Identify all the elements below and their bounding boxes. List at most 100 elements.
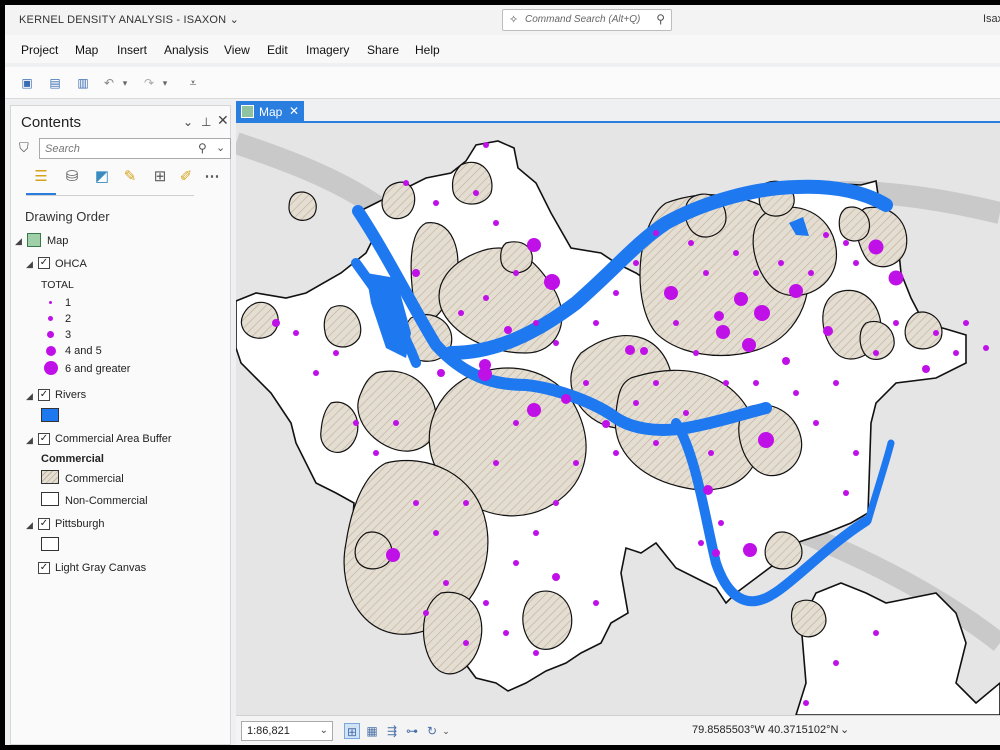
new-project-icon[interactable]: ▣ xyxy=(19,75,35,91)
non-commercial-class-label: Non-Commercial xyxy=(65,495,148,507)
more-options-icon[interactable]: ⋯ xyxy=(201,166,223,188)
undo-icon[interactable]: ↶ xyxy=(101,75,117,91)
rivers-layer-label[interactable]: Rivers xyxy=(55,389,86,401)
ohca-point xyxy=(353,420,359,426)
save-project-icon[interactable]: ▥ xyxy=(75,75,91,91)
ohca-point xyxy=(653,380,659,386)
scale-selector[interactable]: 1:86,821 ⌄ xyxy=(241,721,333,741)
ohca-point xyxy=(613,290,619,296)
menu-edit[interactable]: Edit xyxy=(267,43,288,57)
pause-drawing-icon[interactable]: ⊶ xyxy=(404,723,420,739)
redo-dropdown-icon[interactable]: ▾ xyxy=(157,75,173,91)
search-icon: ⚲ xyxy=(656,12,665,26)
list-by-snapping-icon[interactable]: ⊞ xyxy=(149,166,171,188)
ohca-class-4-5-symbol xyxy=(46,346,56,356)
commercial-buffer xyxy=(288,191,317,221)
tab-map[interactable]: Map ✕ xyxy=(236,101,304,123)
command-search-box[interactable]: ✧ Command Search (Alt+Q) ⚲ xyxy=(502,9,672,31)
collapse-pittsburgh-icon[interactable]: ◢ xyxy=(26,520,33,531)
map-node-label[interactable]: Map xyxy=(47,235,68,247)
menu-analysis[interactable]: Analysis xyxy=(164,43,209,57)
scale-value: 1:86,821 xyxy=(247,725,290,737)
menu-share[interactable]: Share xyxy=(367,43,399,57)
customize-toolbar-icon[interactable]: ⩡ xyxy=(185,75,201,91)
ohca-point xyxy=(313,370,319,376)
ohca-point xyxy=(718,520,724,526)
menu-imagery[interactable]: Imagery xyxy=(306,43,349,57)
filter-icon[interactable]: ⛉ xyxy=(19,140,29,156)
ohca-layer-label[interactable]: OHCA xyxy=(55,258,87,270)
ohca-visibility-checkbox[interactable]: ✓ xyxy=(38,257,50,269)
ohca-class-3-label: 3 xyxy=(65,329,72,341)
pin-icon[interactable]: ⊥ xyxy=(201,115,211,129)
ohca-point xyxy=(433,200,439,206)
open-project-icon[interactable]: ▤ xyxy=(47,75,63,91)
pittsburgh-layer-label[interactable]: Pittsburgh xyxy=(55,518,105,530)
ohca-class-1-label: 1 xyxy=(65,297,72,309)
menu-view[interactable]: View xyxy=(224,43,250,57)
list-by-drawing-order-icon[interactable]: ☰ xyxy=(30,166,52,188)
ohca-point xyxy=(412,269,420,277)
list-by-source-icon[interactable]: ⛁ xyxy=(61,166,83,188)
ohca-point xyxy=(853,450,859,456)
collapse-commercial-icon[interactable]: ◢ xyxy=(26,435,33,446)
rivers-visibility-checkbox[interactable]: ✓ xyxy=(38,389,50,401)
close-icon[interactable]: ✕ xyxy=(217,112,229,129)
ohca-point xyxy=(583,380,589,386)
menu-insert[interactable]: Insert xyxy=(117,43,147,57)
chevron-down-icon[interactable]: ⌄ xyxy=(216,141,225,154)
close-icon[interactable]: ✕ xyxy=(289,104,299,118)
map-drawing[interactable] xyxy=(236,123,1000,715)
ohca-point xyxy=(483,600,489,606)
ohca-point xyxy=(888,270,904,286)
menu-help[interactable]: Help xyxy=(415,43,440,57)
ohca-point xyxy=(443,580,449,586)
menu-map[interactable]: Map xyxy=(75,43,98,57)
ohca-point xyxy=(553,340,559,346)
contents-pane: Contents ⌄ ⊥ ✕ ⛉ Search ⚲ ⌄ ☰ ⛁ ◩ ✎ ⊞ ✐ … xyxy=(10,105,231,745)
map-view[interactable] xyxy=(236,123,1000,715)
collapse-map-icon[interactable]: ◢ xyxy=(15,236,22,247)
fixed-zoom-icon[interactable]: ⊞ xyxy=(344,723,360,739)
list-by-editing-icon[interactable]: ✎ xyxy=(119,166,141,188)
chevron-down-icon[interactable]: ⌄ xyxy=(840,723,849,736)
redo-icon[interactable]: ↷ xyxy=(141,75,157,91)
ohca-point xyxy=(673,320,679,326)
grid-icon[interactable]: ▦ xyxy=(364,723,380,739)
contents-search-input[interactable]: Search ⚲ ⌄ xyxy=(39,138,231,159)
list-by-selection-icon[interactable]: ◩ xyxy=(91,166,113,188)
commercial-layer-label[interactable]: Commercial Area Buffer xyxy=(55,433,172,445)
display-units-icon[interactable]: ⇶ xyxy=(384,723,400,739)
pittsburgh-visibility-checkbox[interactable]: ✓ xyxy=(38,518,50,530)
undo-dropdown-icon[interactable]: ▾ xyxy=(117,75,133,91)
ohca-point xyxy=(473,190,479,196)
map-tab-label: Map xyxy=(259,105,283,119)
ohca-point xyxy=(833,380,839,386)
ohca-point xyxy=(653,230,659,236)
menu-project[interactable]: Project xyxy=(21,43,58,57)
non-commercial-swatch xyxy=(41,492,59,506)
commercial-buffer xyxy=(790,599,827,638)
ohca-point xyxy=(593,320,599,326)
toolbar-divider xyxy=(26,195,194,196)
contents-title: Contents xyxy=(21,114,82,131)
ohca-point xyxy=(423,610,429,616)
chevron-down-icon[interactable]: ⌄ xyxy=(438,723,454,739)
collapse-ohca-icon[interactable]: ◢ xyxy=(26,259,33,270)
basemap-visibility-checkbox[interactable]: ✓ xyxy=(38,562,50,574)
ohca-point xyxy=(533,650,539,656)
user-name[interactable]: Isax xyxy=(983,13,1000,25)
list-by-labeling-icon[interactable]: ✐ xyxy=(175,166,197,188)
commercial-visibility-checkbox[interactable]: ✓ xyxy=(38,433,50,445)
drawing-order-heading: Drawing Order xyxy=(25,209,110,224)
pane-options-icon[interactable]: ⌄ xyxy=(183,115,193,129)
collapse-rivers-icon[interactable]: ◢ xyxy=(26,391,33,402)
ohca-point xyxy=(803,700,809,706)
chevron-down-icon: ⌄ xyxy=(319,725,328,736)
project-title[interactable]: KERNEL DENSITY ANALYSIS - ISAXON ⌄ xyxy=(19,13,239,26)
ohca-point xyxy=(333,350,339,356)
ohca-class-6-plus-label: 6 and greater xyxy=(65,363,131,375)
basemap-layer-label[interactable]: Light Gray Canvas xyxy=(55,562,146,574)
ohca-point xyxy=(403,180,409,186)
ohca-point xyxy=(683,410,689,416)
